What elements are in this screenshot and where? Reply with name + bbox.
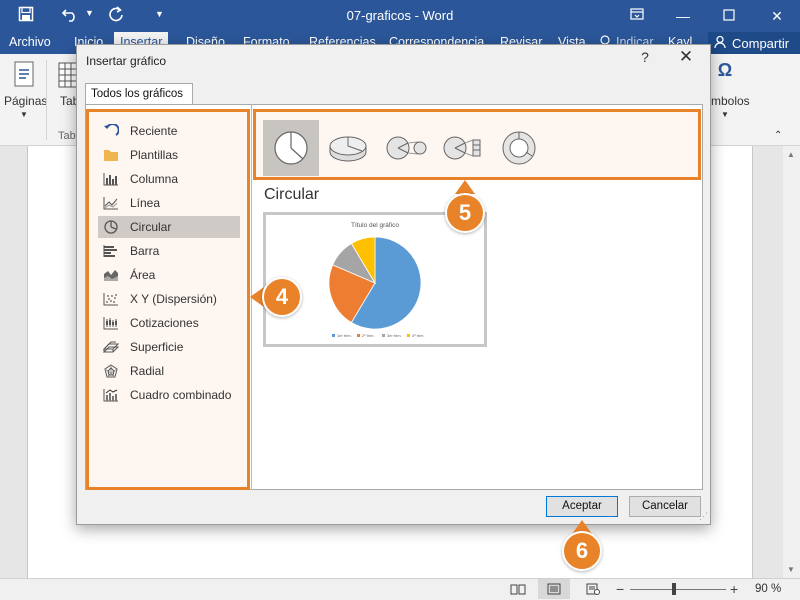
pages-button[interactable]: Páginas xyxy=(4,94,47,108)
recent-icon xyxy=(103,123,120,138)
zoom-out-button[interactable]: − xyxy=(616,581,624,597)
web-layout-icon[interactable] xyxy=(586,583,600,598)
zoom-slider[interactable] xyxy=(630,589,726,590)
ribbon-display-icon[interactable] xyxy=(622,4,652,28)
omega-icon[interactable]: Ω xyxy=(712,60,738,86)
scroll-down-icon[interactable]: ▼ xyxy=(787,565,795,574)
category-cotizaciones[interactable]: Cotizaciones xyxy=(98,312,240,334)
pie-icon xyxy=(274,131,308,165)
maximize-icon[interactable] xyxy=(714,4,744,28)
bar-chart-icon xyxy=(103,244,119,258)
preview-chart-title: Título del gráfico xyxy=(351,222,399,229)
pie-chart-icon xyxy=(103,220,119,234)
pie-3d-icon xyxy=(329,136,367,162)
legend-swatch-3 xyxy=(382,334,385,337)
tables-group-label: Tab xyxy=(58,130,76,142)
legend-label-2: 2º trim. xyxy=(362,333,375,338)
insert-chart-dialog: Insertar gráfico ? ✕ Todos los gráficos … xyxy=(76,44,711,525)
legend-label-4: 4º trim. xyxy=(412,333,425,338)
subtype-pie[interactable] xyxy=(263,120,319,176)
minimize-icon[interactable]: — xyxy=(668,4,698,28)
chart-preview[interactable]: Título del gráfico 1er trim. 2º trim. 3er … xyxy=(263,212,487,347)
legend-swatch-4 xyxy=(407,334,410,337)
ok-button[interactable]: Aceptar xyxy=(546,496,618,517)
line-chart-icon xyxy=(103,196,119,210)
radar-chart-icon xyxy=(103,364,119,378)
category-linea[interactable]: Línea xyxy=(98,192,240,214)
scroll-up-icon[interactable]: ▲ xyxy=(787,150,795,159)
legend-label-1: 1er trim. xyxy=(337,333,352,338)
chart-category-list: Reciente Plantillas Columna Línea Circul… xyxy=(86,109,250,490)
legend-swatch-2 xyxy=(357,334,360,337)
doughnut-icon xyxy=(502,131,536,165)
category-plantillas[interactable]: Plantillas xyxy=(98,144,240,166)
person-icon xyxy=(714,35,728,52)
pages-icon[interactable] xyxy=(12,60,40,90)
symbols-dropdown-icon[interactable]: ▼ xyxy=(721,110,729,119)
zoom-level[interactable]: 90 % xyxy=(755,583,781,595)
surface-chart-icon xyxy=(102,340,120,354)
preview-chart-svg: Título del gráfico 1er trim. 2º trim. 3er … xyxy=(328,222,425,338)
close-icon[interactable]: ✕ xyxy=(762,4,792,28)
pie-of-pie-icon xyxy=(386,136,427,160)
chart-type-name: Circular xyxy=(264,186,320,203)
vertical-scrollbar[interactable]: ▲ ▼ xyxy=(783,146,800,578)
share-button[interactable]: Compartir xyxy=(708,32,800,54)
help-button[interactable]: ? xyxy=(637,49,653,65)
table-icon[interactable] xyxy=(58,62,78,91)
zoom-slider-thumb[interactable] xyxy=(672,583,676,595)
symbols-button[interactable]: mbolos xyxy=(711,94,750,108)
read-mode-icon[interactable] xyxy=(510,583,526,598)
area-chart-icon xyxy=(103,268,119,282)
share-label: Compartir xyxy=(732,36,790,51)
folder-icon xyxy=(103,148,119,162)
category-columna[interactable]: Columna xyxy=(98,168,240,190)
resize-grip-icon[interactable]: ⋰ xyxy=(699,511,708,522)
tab-all-charts[interactable]: Todos los gráficos xyxy=(85,83,193,104)
dialog-close-button[interactable]: ✕ xyxy=(677,47,695,67)
callout-6: 6 xyxy=(562,531,602,571)
title-bar: ▼ ▼ 07-graficos - Word — ✕ xyxy=(0,0,800,32)
pages-dropdown-icon[interactable]: ▼ xyxy=(20,110,28,119)
subtype-pie-3d[interactable] xyxy=(320,120,376,176)
category-xy-dispersion[interactable]: X Y (Dispersión) xyxy=(98,288,240,310)
callout-4: 4 xyxy=(262,277,302,317)
cancel-button[interactable]: Cancelar xyxy=(629,496,701,517)
category-superficie[interactable]: Superficie xyxy=(98,336,240,358)
zoom-in-button[interactable]: + xyxy=(730,581,738,597)
bar-of-pie-icon xyxy=(443,136,481,160)
column-chart-icon xyxy=(103,172,119,186)
category-cuadro-combinado[interactable]: Cuadro combinado xyxy=(98,384,240,406)
legend-label-3: 3er trim. xyxy=(387,333,402,338)
scatter-chart-icon xyxy=(103,292,119,306)
stock-chart-icon xyxy=(103,316,119,330)
print-layout-icon[interactable] xyxy=(538,579,570,599)
category-barra[interactable]: Barra xyxy=(98,240,240,262)
category-reciente[interactable]: Reciente xyxy=(98,120,240,142)
combo-chart-icon xyxy=(103,388,119,402)
category-circular[interactable]: Circular xyxy=(98,216,240,238)
status-bar: − + 90 % xyxy=(0,578,800,600)
subtype-bar-of-pie[interactable] xyxy=(434,120,490,176)
subtype-doughnut[interactable] xyxy=(491,120,547,176)
tab-archivo[interactable]: Archivo xyxy=(9,35,51,49)
category-radial[interactable]: Radial xyxy=(98,360,240,382)
callout-5-pointer xyxy=(455,180,475,194)
collapse-ribbon-icon[interactable]: ⌃ xyxy=(774,130,782,141)
legend-swatch-1 xyxy=(332,334,335,337)
dialog-body: Reciente Plantillas Columna Línea Circul… xyxy=(85,104,703,490)
subtype-pie-of-pie[interactable] xyxy=(377,120,433,176)
dialog-title: Insertar gráfico xyxy=(86,54,167,68)
callout-5: 5 xyxy=(445,193,485,233)
category-area[interactable]: Área xyxy=(98,264,240,286)
chart-subtype-gallery xyxy=(253,109,701,180)
ribbon-separator xyxy=(46,60,47,140)
